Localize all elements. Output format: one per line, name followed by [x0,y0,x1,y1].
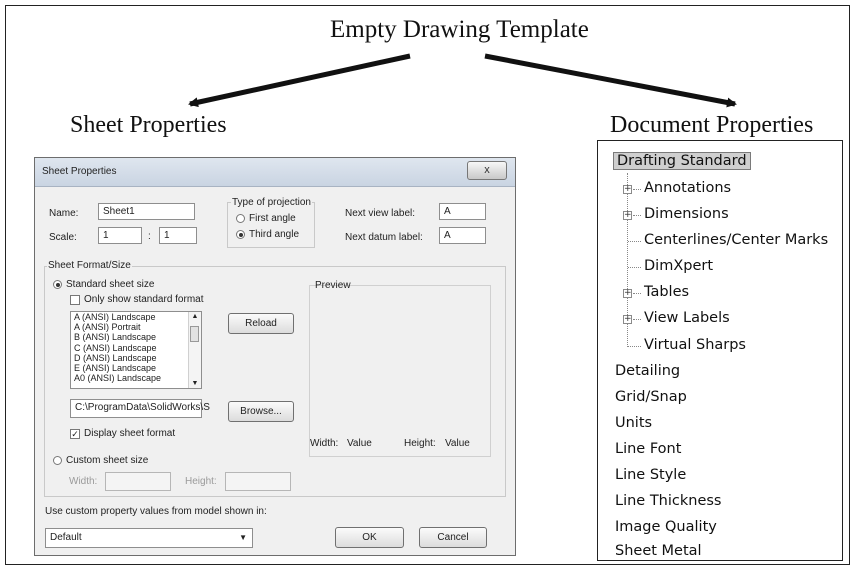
list-item[interactable]: D (ANSI) Landscape [71,353,201,363]
first-angle-label: First angle [249,213,296,224]
only-standard-label: Only show standard format [84,294,204,305]
tree-connector [628,346,641,347]
tree-item-view-labels[interactable]: View Labels [644,310,730,326]
reload-button[interactable]: Reload [228,313,294,334]
use-custom-label: Use custom property values from model sh… [45,506,267,517]
first-angle-radio[interactable] [236,214,245,223]
tree-item-line-font[interactable]: Line Font [615,441,681,457]
standard-size-radio[interactable] [53,280,62,289]
tree-connector [628,267,641,268]
scale-numerator-input[interactable]: 1 [98,227,142,244]
custom-size-label: Custom sheet size [66,455,149,466]
custom-height-label: Height: [185,476,217,487]
expand-icon[interactable]: + [623,211,632,220]
name-input[interactable]: Sheet1 [98,203,195,220]
list-item[interactable]: C (ANSI) Landscape [71,343,201,353]
tree-item-centerlines[interactable]: Centerlines/Center Marks [644,232,828,248]
sheet-size-list[interactable]: A (ANSI) Landscape A (ANSI) Portrait B (… [70,311,202,389]
tree-item-line-style[interactable]: Line Style [615,467,686,483]
list-scrollbar[interactable]: ▲ ▼ [188,312,201,388]
next-datum-label: Next datum label: [345,232,423,243]
expand-icon[interactable]: + [623,315,632,324]
cancel-button[interactable]: Cancel [419,527,487,548]
tree-item-dimxpert[interactable]: DimXpert [644,258,713,274]
height-label: Height: [404,438,436,449]
preview-label: Preview [315,280,351,291]
format-path-input[interactable]: C:\ProgramData\SolidWorks\S [70,399,210,418]
tree-item-grid-snap[interactable]: Grid/Snap [615,389,687,405]
custom-height-input[interactable] [225,472,291,491]
tree-connector [633,293,641,294]
display-format-label: Display sheet format [84,428,176,439]
scroll-down-icon[interactable]: ▼ [189,380,201,387]
tree-item-sheet-metal[interactable]: Sheet Metal [615,543,702,559]
next-view-label: Next view label: [345,208,416,219]
scale-separator: : [148,231,151,242]
standard-size-label: Standard sheet size [66,279,155,290]
tree-connector [628,241,641,242]
custom-size-radio[interactable] [53,456,62,465]
custom-width-label: Width: [69,476,98,487]
width-label: Width: [310,438,339,449]
scroll-up-icon[interactable]: ▲ [189,313,201,320]
tree-item-virtual-sharps[interactable]: Virtual Sharps [644,337,746,353]
tree-item-units[interactable]: Units [615,415,652,431]
chevron-down-icon: ▼ [239,533,247,542]
browse-button[interactable]: Browse... [228,401,294,422]
third-angle-radio[interactable] [236,230,245,239]
projection-group-label: Type of projection [231,197,312,208]
dialog-titlebar: Sheet Properties x [35,158,515,187]
scale-label: Scale: [49,232,77,243]
scale-denominator-input[interactable]: 1 [159,227,197,244]
arrow-right [484,53,737,108]
tree-item-dimensions[interactable]: Dimensions [644,206,729,222]
only-standard-checkbox[interactable] [70,295,80,305]
tree-item-tables[interactable]: Tables [644,284,689,300]
custom-width-input[interactable] [105,472,171,491]
display-format-checkbox[interactable]: ✓ [70,429,80,439]
next-view-input[interactable]: A [439,203,486,220]
close-button[interactable]: x [467,161,507,180]
ok-button[interactable]: OK [335,527,404,548]
list-item[interactable]: A0 (ANSI) Landscape [71,373,201,383]
third-angle-label: Third angle [249,229,300,240]
height-value: Value [445,438,470,449]
tree-item-line-thickness[interactable]: Line Thickness [615,493,722,509]
model-select[interactable]: Default ▼ [45,528,253,548]
tree-item-detailing[interactable]: Detailing [615,363,680,379]
projection-group [227,202,315,248]
arrow-left [188,53,411,108]
expand-icon[interactable]: + [623,185,632,194]
next-datum-input[interactable]: A [439,227,486,244]
sheet-format-group-label: Sheet Format/Size [47,260,132,271]
tree-item-annotations[interactable]: Annotations [644,180,731,196]
list-item[interactable]: A (ANSI) Landscape [71,312,201,322]
list-item[interactable]: B (ANSI) Landscape [71,332,201,342]
width-value: Value [347,438,372,449]
sheet-properties-dialog: Sheet Properties x Name: Sheet1 Scale: 1… [34,157,516,556]
name-label: Name: [49,208,79,219]
tree-connector [633,215,641,216]
list-item[interactable]: E (ANSI) Landscape [71,363,201,373]
document-properties-tree: Drafting Standard + Annotations + Dimens… [597,140,843,561]
tree-connector [633,319,641,320]
scroll-thumb[interactable] [190,326,199,342]
tree-connector [633,189,641,190]
preview-box [309,285,491,457]
model-select-value: Default [50,532,82,543]
expand-icon[interactable]: + [623,289,632,298]
list-item[interactable]: A (ANSI) Portrait [71,322,201,332]
tree-item-image-quality[interactable]: Image Quality [615,519,717,535]
tree-item-drafting-standard[interactable]: Drafting Standard [613,152,751,170]
dialog-title: Sheet Properties [42,166,117,177]
